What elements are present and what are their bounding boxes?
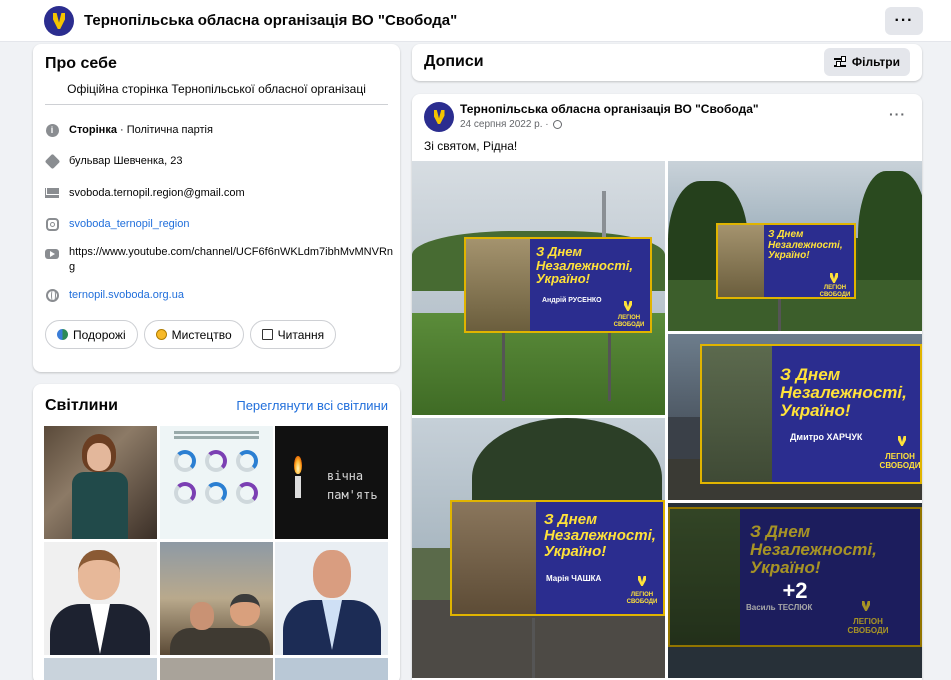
post-card: Тернопільська обласна організація ВО "Св… — [412, 94, 922, 680]
memorial-text: пам'ять — [327, 488, 378, 502]
photos-title: Світлини — [45, 397, 118, 414]
post-text: Зі святом, Рідна! — [424, 139, 518, 153]
memorial-text: вічна — [327, 469, 364, 483]
billboard-text: Незалежності, — [780, 382, 907, 402]
photo-thumbnail[interactable] — [44, 542, 157, 655]
post-image-more[interactable]: З Днем Незалежності, Україно! Василь ТЕСЛЮ… — [668, 503, 922, 678]
about-title: Про себе — [45, 55, 117, 72]
address-row: бульвар Шевченка, 23 — [44, 153, 395, 169]
photos-card: Світлини Переглянути всі світлини вічна п… — [33, 384, 400, 680]
globe-icon — [45, 288, 59, 302]
email-text[interactable]: svoboda.ternopil.region@gmail.com — [69, 186, 245, 201]
svoboda-logo-icon — [53, 13, 65, 29]
billboard-text: Україно! — [536, 271, 590, 287]
billboard-text: Україно! — [780, 400, 851, 420]
instagram-icon — [45, 217, 59, 231]
public-globe-icon — [552, 120, 562, 129]
chip-art[interactable]: Мистецтво — [143, 320, 244, 349]
trident-icon — [624, 301, 632, 311]
chip-travel[interactable]: Подорожі — [45, 320, 138, 349]
chip-label: Подорожі — [73, 327, 126, 342]
photo-thumbnail[interactable] — [275, 542, 388, 655]
billboard-text: Незалежності, — [536, 257, 633, 273]
filters-button[interactable]: Фільтри — [823, 48, 910, 76]
more-options-button[interactable]: ··· — [885, 7, 923, 35]
billboard-name: Андрій РУСЕНКО — [542, 297, 602, 304]
category-prefix: Сторінка — [69, 124, 117, 136]
about-description: Офіційна сторінка Тернопільської обласно… — [67, 82, 366, 96]
info-icon: i — [45, 123, 59, 137]
chip-reading[interactable]: Читання — [249, 320, 337, 349]
post-author-name[interactable]: Тернопільська обласна організація ВО "Св… — [460, 102, 759, 116]
billboard-logo-text: ЛЕГІОН СВОБОДИ — [626, 592, 658, 605]
photo-thumbnail[interactable]: вічна пам'ять — [275, 426, 388, 539]
trident-icon — [898, 436, 906, 446]
book-icon — [261, 329, 273, 340]
youtube-link[interactable]: https://www.youtube.com/channel/UCF6f6nW… — [69, 245, 394, 275]
photo-thumbnail[interactable] — [44, 426, 157, 539]
billboard-text: З Днем — [768, 229, 804, 240]
category-row: i Сторінка · Політична партія — [45, 123, 395, 138]
instagram-link[interactable]: svoboda_ternopil_region — [69, 217, 189, 232]
post-image[interactable]: З Днем Незалежності, Україно! ЛЕГІОН СВОБО… — [668, 161, 922, 331]
billboard-name: Марія ЧАШКА — [546, 574, 602, 583]
billboard-text: З Днем — [536, 244, 583, 259]
billboard-text: Україно! — [768, 250, 810, 261]
billboard-text: З Днем — [780, 365, 841, 384]
interests-chips: Подорожі Мистецтво Читання — [45, 320, 337, 349]
more-photos-overlay[interactable]: +2 — [668, 503, 922, 678]
page-title[interactable]: Тернопільська обласна організація ВО "Св… — [84, 12, 457, 29]
photo-thumbnail[interactable] — [160, 426, 273, 539]
trident-icon — [830, 273, 838, 283]
billboard-logo-text: ЛЕГІОН СВОБОДИ — [819, 285, 851, 298]
billboard-text: З Днем — [544, 511, 598, 528]
instagram-row: svoboda_ternopil_region — [45, 217, 395, 232]
website-link[interactable]: ternopil.svoboda.org.ua — [69, 288, 184, 303]
see-all-photos-link[interactable]: Переглянути всі світлини — [236, 398, 388, 413]
trident-icon — [638, 576, 646, 586]
post-author-avatar[interactable] — [424, 102, 454, 132]
photo-thumbnail[interactable] — [160, 658, 273, 680]
posts-header: Дописи Фільтри — [412, 44, 922, 81]
post-date-text: 24 серпня 2022 р. · — [460, 119, 549, 130]
top-bar: Тернопільська обласна організація ВО "Св… — [0, 0, 951, 42]
post-image[interactable]: З Днем Незалежності, Україно! Андрій РУСЕН… — [412, 161, 665, 415]
billboard-logo-text: ЛЕГІОН СВОБОДИ — [613, 315, 645, 328]
divider — [45, 104, 388, 105]
billboard-text: Незалежності, — [544, 526, 656, 544]
photo-thumbnail[interactable] — [44, 658, 157, 680]
chip-label: Читання — [277, 327, 325, 342]
email-row: svoboda.ternopil.region@gmail.com — [45, 186, 395, 201]
chip-label: Мистецтво — [171, 327, 232, 342]
page-avatar[interactable] — [44, 6, 74, 36]
photo-thumbnail[interactable] — [275, 658, 388, 680]
category-label: · Політична партія — [116, 124, 213, 136]
svoboda-logo-icon — [433, 110, 445, 124]
directions-icon — [44, 153, 60, 169]
filter-icon — [833, 55, 846, 67]
youtube-row: https://www.youtube.com/channel/UCF6f6nW… — [45, 245, 395, 275]
website-row: ternopil.svoboda.org.ua — [45, 288, 395, 303]
photo-thumbnail[interactable] — [160, 542, 273, 655]
post-timestamp[interactable]: 24 серпня 2022 р. · — [460, 119, 562, 130]
post-image[interactable]: З Днем Незалежності, Україно! Дмитро ХАРЧУ… — [668, 334, 922, 500]
filters-label: Фільтри — [851, 55, 900, 69]
youtube-icon — [45, 249, 59, 259]
candle-flame-icon — [294, 456, 302, 474]
billboard-text: Україно! — [544, 542, 607, 560]
post-more-button[interactable]: ··· — [889, 106, 906, 122]
address-text: бульвар Шевченка, 23 — [69, 155, 183, 167]
billboard-logo-text: ЛЕГІОН СВОБОДИ — [879, 452, 921, 470]
mail-icon — [45, 188, 59, 198]
billboard-name: Дмитро ХАРЧУК — [790, 432, 863, 442]
palette-icon — [155, 329, 167, 340]
about-card: Про себе Офіційна сторінка Тернопільсько… — [33, 44, 400, 372]
travel-icon — [57, 329, 68, 340]
posts-title: Дописи — [424, 53, 484, 70]
post-image[interactable]: З Днем Незалежності, Україно! Марія ЧАШКА … — [412, 418, 665, 678]
